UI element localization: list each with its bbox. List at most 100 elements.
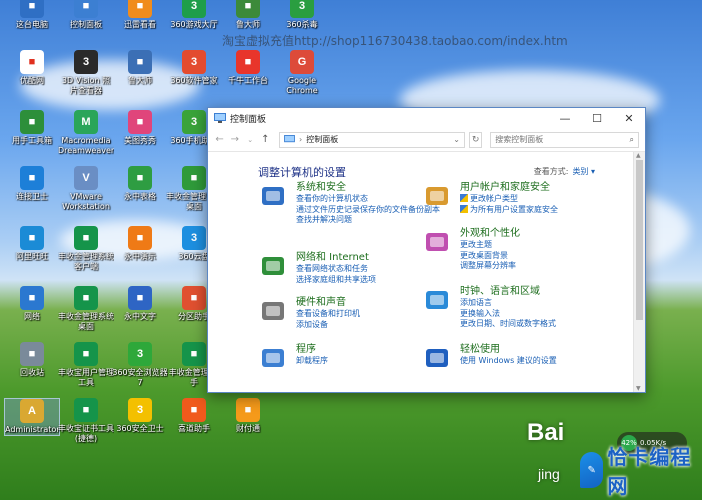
appearance-icon[interactable]	[422, 228, 454, 256]
category-link[interactable]: 更改帐户类型	[460, 194, 558, 205]
category-link[interactable]: 通过文件历史记录保存你的文件备份副本	[296, 205, 440, 216]
desktop-icon[interactable]: ■ 永中表格	[112, 166, 168, 202]
cloud-icon: 3	[182, 226, 206, 250]
excel-icon: ■	[128, 166, 152, 190]
refresh-button[interactable]: ↻	[469, 131, 483, 148]
vertical-scrollbar[interactable]: ▲ ▼	[633, 152, 645, 392]
clock-language-icon[interactable]	[422, 286, 454, 314]
desktop-icon[interactable]: ■ 网络	[4, 286, 60, 322]
desktop-icon[interactable]: ■ 连接卫士	[4, 166, 60, 202]
desktop-icon[interactable]: ■ 永中演示	[112, 226, 168, 262]
category-link[interactable]: 卸载程序	[296, 356, 328, 367]
scroll-down-icon[interactable]: ▼	[636, 385, 641, 392]
system-security-icon[interactable]	[258, 182, 290, 210]
desktop-icon[interactable]: ■ 迅雷看看	[112, 0, 168, 30]
back-arrow-icon[interactable]: ←	[214, 134, 225, 145]
scrollbar-thumb[interactable]	[636, 160, 643, 320]
desktop-icon[interactable]: ■ 千牛工作台	[220, 50, 276, 86]
desktop-icon-label: 网络	[24, 312, 40, 321]
desktop-icon[interactable]: ■ 优酷网	[4, 50, 60, 86]
category-link[interactable]: 更改桌面背景	[460, 251, 520, 262]
desktop-icon-label: 鲁大师	[236, 20, 260, 29]
category-title[interactable]: 时钟、语言和区域	[460, 286, 556, 298]
category-title[interactable]: 用户帐户和家庭安全	[460, 182, 558, 194]
desktop-icon[interactable]: ■ 用手工具箱	[4, 110, 60, 146]
up-arrow-icon[interactable]: ↑	[260, 134, 271, 145]
desktop-icon[interactable]: ■ 丰收金管理系统 客户端	[58, 226, 114, 272]
category-link[interactable]: 添加语言	[460, 298, 556, 309]
desktop-icon[interactable]: ■ 永中文字	[112, 286, 168, 322]
category-block: 外观和个性化 更改主题 更改桌面背景 调整屏幕分辨率	[422, 228, 520, 272]
desktop-icon[interactable]: ■ 这台电脑	[4, 0, 60, 30]
category-link[interactable]: 查看网络状态和任务	[296, 264, 376, 275]
close-button[interactable]: ✕	[613, 108, 645, 128]
desktop-icon[interactable]: ■ 阿里旺旺	[4, 226, 60, 262]
desktop-icon[interactable]: ■ 美图秀秀	[112, 110, 168, 146]
desktop-icon[interactable]: ■ 鲁大师	[220, 0, 276, 30]
main-content: 调整计算机的设置 查看方式: 类别 ▾ 系统和安全 查看你的计算机状态 通过文件历史记…	[208, 152, 645, 392]
category-title[interactable]: 外观和个性化	[460, 228, 520, 240]
chevron-down-icon[interactable]: ⌄	[245, 136, 256, 144]
category-link[interactable]: 查看设备和打印机	[296, 309, 360, 320]
category-link[interactable]: 使用 Windows 建议的设置	[460, 356, 557, 367]
desktop-icon[interactable]: 3 360安全卫士	[112, 398, 168, 434]
category-link[interactable]: 查看你的计算机状态	[296, 194, 440, 205]
category-link-text: 通过文件历史记录保存你的文件备份副本	[296, 204, 440, 214]
network-internet-icon[interactable]	[258, 252, 290, 280]
desktop-icon[interactable]: G Google Chrome	[274, 50, 330, 96]
desktop-icon[interactable]: ■ 控制面板	[58, 0, 114, 30]
category-link[interactable]: 调整屏幕分辨率	[460, 261, 520, 272]
desktop-icon[interactable]: ■ 丰收金管理系统桌面	[58, 286, 114, 332]
desktop-icon[interactable]: 3 360杀毒	[274, 0, 330, 30]
category-title[interactable]: 硬件和声音	[296, 297, 360, 309]
desktop-icon[interactable]: ■ 喜道助手	[166, 398, 222, 434]
desktop-icon[interactable]: 3 360安全浏览器7	[112, 342, 168, 388]
desktop-icon[interactable]: M Macromedia Dreamweaver	[58, 110, 114, 156]
category-link[interactable]: 更改日期、时间或数字格式	[460, 319, 556, 330]
desktop-icon[interactable]: 3 360游戏大厅	[166, 0, 222, 30]
antivirus-icon: 3	[290, 0, 314, 18]
programs-icon[interactable]	[258, 344, 290, 372]
nvidia-icon: 3	[74, 50, 98, 74]
desktop-icon[interactable]: ■ 财付通	[220, 398, 276, 434]
brand-watermark: ✎ 恰卡编程网	[574, 440, 702, 500]
hardware-sound-icon[interactable]	[258, 297, 290, 325]
maximize-button[interactable]: ☐	[581, 108, 613, 128]
view-by-dropdown[interactable]: 类别	[572, 167, 588, 176]
category-link[interactable]: 更改主题	[460, 240, 520, 251]
desktop-icon[interactable]: 3 360软件管家	[166, 50, 222, 86]
desktop-icon[interactable]: 3 3D Vision 照片查看器	[58, 50, 114, 96]
desktop-icon[interactable]: ■ 丰收宝用户管理工具	[58, 342, 114, 388]
category-link[interactable]: 选择家庭组和共享选项	[296, 275, 376, 286]
title-bar[interactable]: 控制面板 — ☐ ✕	[208, 108, 645, 128]
address-bar[interactable]: › 控制面板 ⌄	[279, 131, 465, 148]
category-title[interactable]: 系统和安全	[296, 182, 440, 194]
category-link[interactable]: 查找并解决问题	[296, 215, 440, 226]
category-link-text: 更改帐户类型	[470, 194, 518, 203]
scroll-up-icon[interactable]: ▲	[636, 152, 641, 159]
category-link[interactable]: 更换输入法	[460, 309, 556, 320]
category-title[interactable]: 网络和 Internet	[296, 252, 376, 264]
chevron-down-icon[interactable]: ▾	[588, 167, 595, 176]
minimize-button[interactable]: —	[549, 108, 581, 128]
breadcrumb[interactable]: 控制面板	[306, 134, 338, 145]
search-input[interactable]	[495, 135, 626, 144]
desktop-icon[interactable]: A Administrator	[4, 398, 60, 436]
desktop-icon[interactable]: ■ 鲁大师	[112, 50, 168, 86]
ease-of-access-icon[interactable]	[422, 344, 454, 372]
desktop-icon-label: 控制面板	[70, 20, 102, 29]
desktop-icon[interactable]: ■ 丰收宝证书工具(捷德)	[58, 398, 114, 444]
network-icon: ■	[20, 286, 44, 310]
search-icon[interactable]: ⌕	[630, 135, 634, 145]
category-title[interactable]: 程序	[296, 344, 328, 356]
category-link[interactable]: 为所有用户设置家庭安全	[460, 204, 558, 216]
view-by-label: 查看方式:	[533, 167, 569, 176]
category-link[interactable]: 添加设备	[296, 320, 360, 331]
desktop-icon[interactable]: ■ 回收站	[4, 342, 60, 378]
chevron-down-icon[interactable]: ⌄	[453, 135, 460, 144]
forward-arrow-icon[interactable]: →	[229, 134, 240, 145]
category-title[interactable]: 轻松使用	[460, 344, 557, 356]
desktop-icon-label: 360安全浏览器7	[112, 368, 168, 387]
user-accounts-icon[interactable]	[422, 182, 454, 210]
desktop-icon[interactable]: V VMware Workstation	[58, 166, 114, 212]
